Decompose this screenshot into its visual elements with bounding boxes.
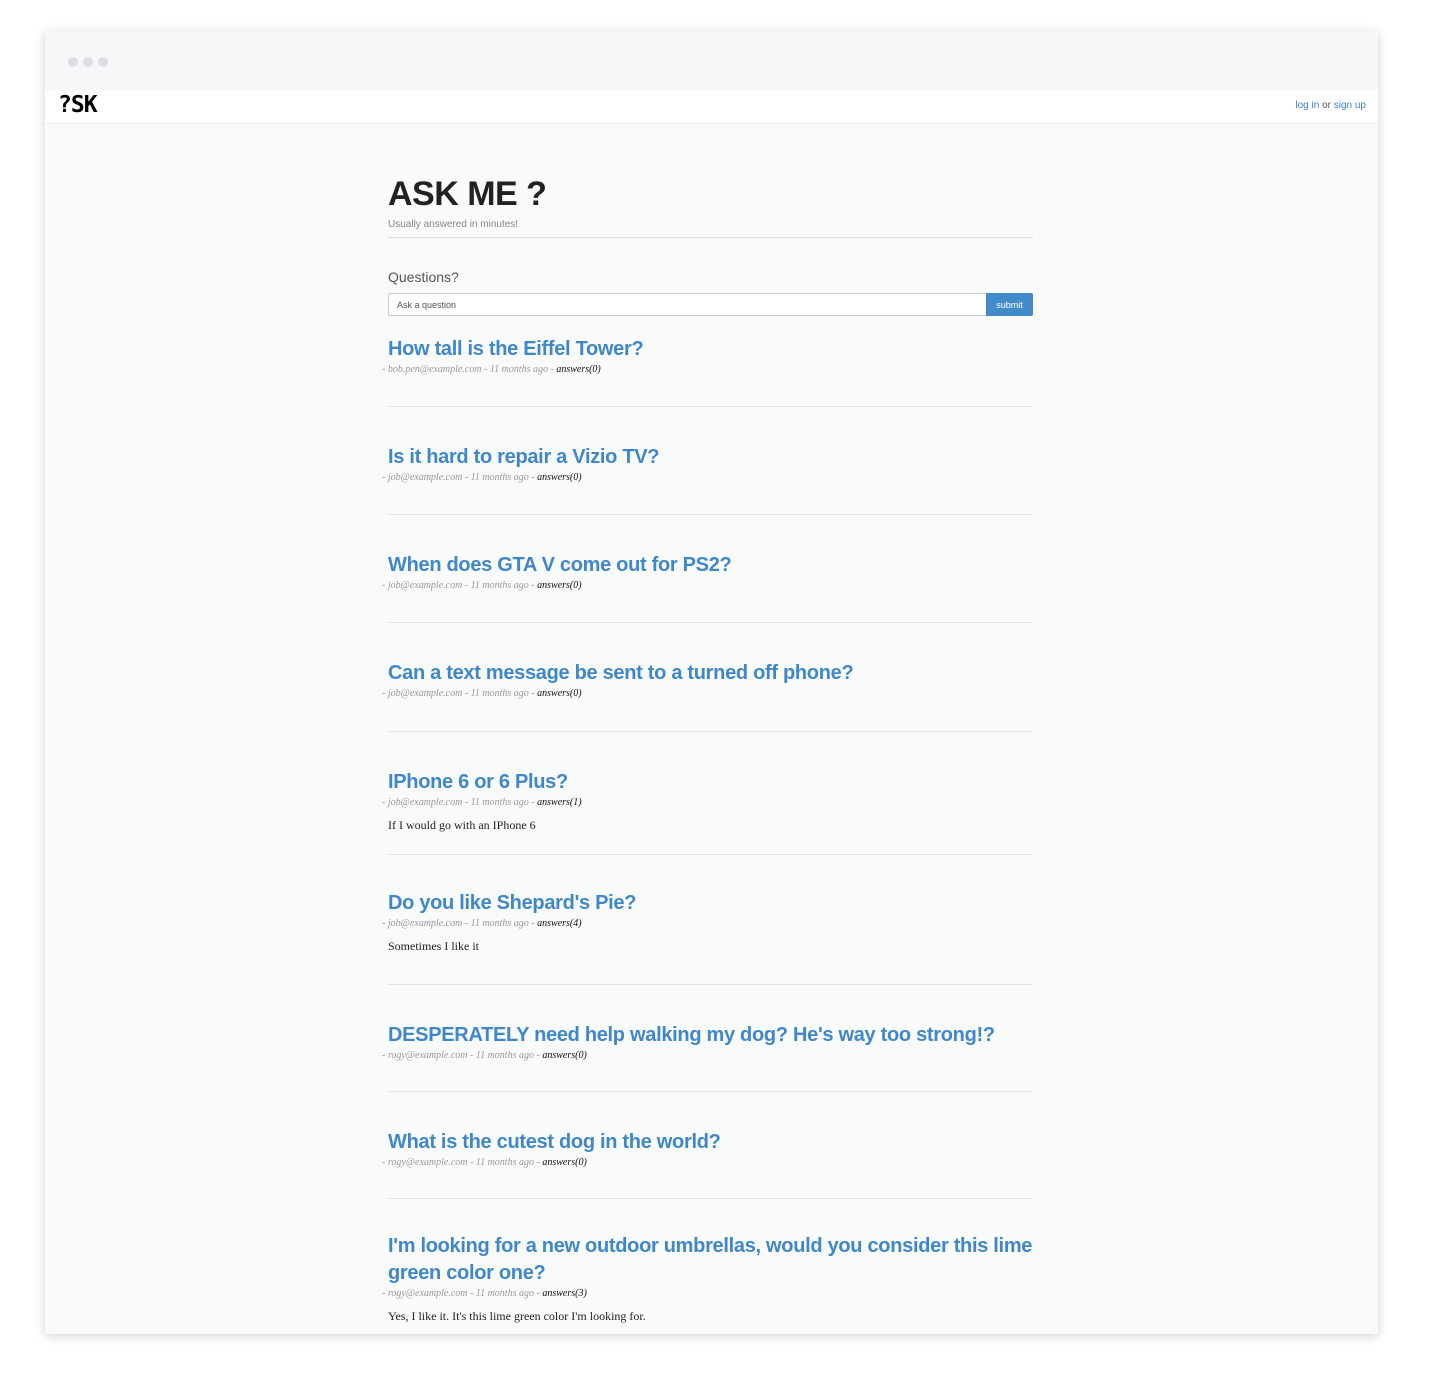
question-title-link[interactable]: Can a text message be sent to a turned o… xyxy=(388,660,1033,687)
question-meta: - job@example.com - 11 months ago - answ… xyxy=(382,579,1033,592)
question-time: 11 months ago xyxy=(470,688,529,699)
answer-text: Yes, I like it. It's this lime green col… xyxy=(388,1309,646,1323)
meta-separator: - xyxy=(467,1288,476,1299)
meta-separator: - xyxy=(462,797,471,808)
question-author: job@example.com xyxy=(387,580,463,591)
meta-separator: - xyxy=(528,472,538,483)
auth-separator: or xyxy=(1322,100,1331,111)
window-dot-icon[interactable] xyxy=(98,57,108,67)
meta-separator: - xyxy=(462,580,471,591)
browser-window: ?SK log in or sign up ASK ME ? Usually a… xyxy=(45,31,1378,1334)
logo[interactable]: ?SK xyxy=(58,92,98,118)
page-subtitle: Usually answered in minutes! xyxy=(388,219,519,230)
answers-link[interactable]: answers(0) xyxy=(542,1157,586,1168)
question-item: I'm looking for a new outdoor umbrellas,… xyxy=(382,1199,1033,1324)
window-dot-icon[interactable] xyxy=(83,57,93,67)
question-time: 11 months ago xyxy=(489,364,548,375)
question-author: job@example.com xyxy=(387,797,463,808)
answer-text: Sometimes I like it xyxy=(388,939,479,953)
answers-link[interactable]: answers(0) xyxy=(537,688,581,699)
meta-separator: - xyxy=(467,1050,476,1061)
main-content: ASK ME ? Usually answered in minutes! Qu… xyxy=(382,123,1033,1324)
question-meta: - rogy@example.com - 11 months ago - ans… xyxy=(382,1049,1033,1062)
meta-separator: - xyxy=(462,688,471,699)
question-author: bob.pen@example.com xyxy=(387,364,482,375)
meta-separator: - xyxy=(467,1157,476,1168)
submit-button[interactable]: submit xyxy=(986,293,1033,316)
answers-link[interactable]: answers(3) xyxy=(542,1288,586,1299)
question-meta: - job@example.com - 11 months ago - answ… xyxy=(382,917,1033,930)
meta-separator: - xyxy=(462,918,471,929)
question-author: job@example.com xyxy=(387,472,463,483)
question-title-link[interactable]: DESPERATELY need help walking my dog? He… xyxy=(388,1022,1033,1049)
question-title-link[interactable]: IPhone 6 or 6 Plus? xyxy=(388,769,1033,796)
page-title: ASK ME ? xyxy=(388,175,547,213)
ask-question-input[interactable] xyxy=(388,293,986,316)
question-title-link[interactable]: What is the cutest dog in the world? xyxy=(388,1129,1033,1156)
ask-form: submit xyxy=(388,293,1033,316)
question-item: How tall is the Eiffel Tower? - bob.pen@e… xyxy=(382,316,1033,407)
question-time: 11 months ago xyxy=(475,1050,534,1061)
question-time: 11 months ago xyxy=(470,918,529,929)
answers-link[interactable]: answers(0) xyxy=(537,472,581,483)
question-item: Can a text message be sent to a turned o… xyxy=(382,623,1033,732)
meta-separator: - xyxy=(481,364,490,375)
question-item: DESPERATELY need help walking my dog? He… xyxy=(382,985,1033,1092)
question-author: job@example.com xyxy=(387,918,463,929)
auth-links: log in or sign up xyxy=(1295,100,1366,111)
question-meta: - rogy@example.com - 11 months ago - ans… xyxy=(382,1287,1033,1300)
window-chrome xyxy=(45,31,1378,90)
question-author: rogy@example.com xyxy=(387,1157,468,1168)
answer-text: If I would go with an IPhone 6 xyxy=(388,818,536,832)
question-list: How tall is the Eiffel Tower? - bob.pen@e… xyxy=(382,316,1033,1324)
question-time: 11 months ago xyxy=(475,1157,534,1168)
question-meta: - job@example.com - 11 months ago - answ… xyxy=(382,471,1033,484)
question-item: IPhone 6 or 6 Plus? - job@example.com - 1… xyxy=(382,732,1033,855)
question-meta: - job@example.com - 11 months ago - answ… xyxy=(382,796,1033,809)
meta-separator: - xyxy=(528,580,538,591)
question-title-link[interactable]: When does GTA V come out for PS2? xyxy=(388,552,1033,579)
question-title-link[interactable]: How tall is the Eiffel Tower? xyxy=(388,336,1033,363)
meta-separator: - xyxy=(528,688,538,699)
question-title-link[interactable]: I'm looking for a new outdoor umbrellas,… xyxy=(388,1233,1033,1287)
page-header: ASK ME ? Usually answered in minutes! xyxy=(388,123,1033,238)
question-time: 11 months ago xyxy=(470,797,529,808)
question-meta: - rogy@example.com - 11 months ago - ans… xyxy=(382,1156,1033,1169)
answers-link[interactable]: answers(0) xyxy=(542,1050,586,1061)
questions-label: Questions? xyxy=(388,269,459,285)
question-time: 11 months ago xyxy=(475,1288,534,1299)
question-author: rogy@example.com xyxy=(387,1050,468,1061)
question-title-link[interactable]: Do you like Shepard's Pie? xyxy=(388,890,1033,917)
question-author: rogy@example.com xyxy=(387,1288,468,1299)
answers-link[interactable]: answers(0) xyxy=(556,364,600,375)
question-time: 11 months ago xyxy=(470,580,529,591)
question-meta: - bob.pen@example.com - 11 months ago - … xyxy=(382,363,1033,376)
question-title-link[interactable]: Is it hard to repair a Vizio TV? xyxy=(388,444,1033,471)
window-controls xyxy=(68,57,108,67)
question-item: Do you like Shepard's Pie? - job@example.… xyxy=(382,855,1033,985)
meta-separator: - xyxy=(528,918,538,929)
question-meta: - job@example.com - 11 months ago - answ… xyxy=(382,687,1033,700)
question-item: What is the cutest dog in the world? - ro… xyxy=(382,1092,1033,1199)
signup-link[interactable]: sign up xyxy=(1334,100,1366,111)
login-link[interactable]: log in xyxy=(1295,100,1319,111)
navbar: ?SK log in or sign up xyxy=(45,90,1378,124)
question-author: job@example.com xyxy=(387,688,463,699)
question-item: When does GTA V come out for PS2? - job@e… xyxy=(382,515,1033,623)
meta-separator: - xyxy=(462,472,471,483)
question-item: Is it hard to repair a Vizio TV? - job@ex… xyxy=(382,407,1033,515)
window-dot-icon[interactable] xyxy=(68,57,78,67)
answers-link[interactable]: answers(4) xyxy=(537,918,581,929)
answers-link[interactable]: answers(1) xyxy=(537,797,581,808)
answers-link[interactable]: answers(0) xyxy=(537,580,581,591)
question-time: 11 months ago xyxy=(470,472,529,483)
meta-separator: - xyxy=(528,797,538,808)
